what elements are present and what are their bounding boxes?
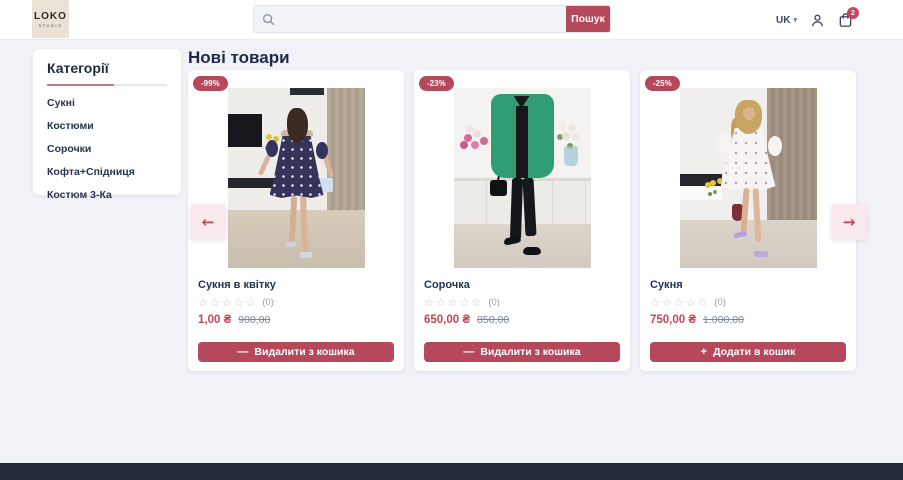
rating-count: (0) [488,297,500,308]
search-input[interactable] [281,6,566,32]
logo-subtext: STUDIO [38,22,63,28]
product-card: -25% Сукня ☆☆☆☆☆ (0) 750,00 ₴ 1.000,00 +… [640,70,856,371]
star-rating: ☆☆☆☆☆ [198,297,258,309]
decor-shape [269,136,324,198]
product-price: 750,00 ₴ [650,314,697,326]
decor-shape [265,140,278,157]
arrow-right-icon: → [842,213,856,231]
page-title: Нові товари [188,48,290,67]
price-row: 750,00 ₴ 1.000,00 [650,314,846,326]
decor-shape [679,220,817,268]
decor-shape [286,108,308,143]
product-carousel: -99% Сукня в квітку ☆☆☆☆☆ (0) 1,00 ₴ 900… [188,70,856,371]
rating-row: ☆☆☆☆☆ (0) [424,296,620,309]
cart-button[interactable]: 2 [838,7,859,28]
header-actions: UK ▾ 2 [776,0,859,40]
search-button[interactable]: Пошук [566,6,610,32]
logo-text: LOKO [34,10,67,22]
decor-shape [515,106,528,178]
product-price: 650,00 ₴ [424,314,471,326]
product-name[interactable]: Сорочка [424,279,620,291]
decor-shape [227,114,262,147]
decor-shape [563,146,578,166]
sidebar-item-kostium-3ka[interactable]: Костюм 3-Ка [47,189,167,201]
chevron-down-icon: ▾ [793,17,797,24]
product-old-price: 850,00 [477,314,510,326]
product-name[interactable]: Сукня [650,279,846,291]
decor-shape [299,252,312,258]
product-price: 1,00 ₴ [198,314,232,326]
logo[interactable]: LOKO STUDIO [32,0,69,38]
decor-shape [522,247,541,257]
decor-shape [753,251,768,257]
search-bar: Пошук [253,5,611,33]
search-icon [254,6,281,32]
arrow-left-icon: ← [201,213,215,231]
header: LOKO STUDIO Пошук UK ▾ 2 [0,0,903,40]
decor-shape [299,195,308,253]
product-old-price: 900,00 [238,314,271,326]
cart-count-badge: 2 [847,7,859,19]
decor-shape [557,122,566,130]
button-label: Видалити з кошика [480,346,581,358]
product-card: -23% Сорочка ☆☆☆☆☆ (0) 650,00 ₴ 850,00 —… [414,70,630,371]
remove-from-cart-button[interactable]: — Видалити з кошика [198,342,394,362]
rating-row: ☆☆☆☆☆ (0) [198,296,394,309]
categories-divider [47,84,167,86]
minus-icon: — [237,346,249,358]
decor-shape [489,180,507,196]
decor-shape [767,136,782,156]
button-label: Додати в кошик [713,346,796,358]
sidebar-item-sorochky[interactable]: Сорочки [47,143,167,155]
decor-shape [257,153,271,177]
decor-shape [463,134,472,142]
carousel-prev-button[interactable]: ← [190,204,226,240]
language-selector[interactable]: UK ▾ [776,15,797,26]
price-row: 1,00 ₴ 900,00 [198,314,394,326]
decor-shape [289,88,324,95]
add-to-cart-button[interactable]: + Додати в кошик [650,342,846,362]
product-old-price: 1.000,00 [703,314,744,326]
decor-shape [315,142,328,159]
account-button[interactable] [810,13,825,28]
decor-shape [742,107,755,120]
product-image[interactable] [679,88,817,268]
discount-badge: -25% [645,76,680,91]
decor-shape [709,180,716,186]
rating-row: ☆☆☆☆☆ (0) [650,296,846,309]
decor-shape [326,88,365,216]
decor-shape [679,186,722,200]
carousel-next-button[interactable]: → [831,204,867,240]
remove-from-cart-button[interactable]: — Видалити з кошика [424,342,620,362]
discount-badge: -23% [419,76,454,91]
product-name[interactable]: Сукня в квітку [198,279,394,291]
sidebar-item-kofta-spidnytsia[interactable]: Кофта+Спідниця [47,166,167,178]
star-rating: ☆☆☆☆☆ [650,297,710,309]
footer-bar [0,463,903,480]
user-icon [811,14,824,26]
rating-count: (0) [714,297,726,308]
language-label: UK [776,14,791,26]
star-rating: ☆☆☆☆☆ [424,297,484,309]
sidebar-item-kostiumy[interactable]: Костюми [47,120,167,132]
discount-badge: -99% [193,76,228,91]
product-image[interactable] [453,88,591,268]
categories-title: Категорії [47,60,109,76]
decor-shape [453,224,591,268]
plus-icon: + [700,346,708,358]
decor-shape [715,134,730,154]
categories-panel: Категорії Сукні Костюми Сорочки Кофта+Сп… [33,49,181,201]
product-image[interactable] [227,88,365,268]
decor-shape [521,177,537,237]
minus-icon: — [463,346,475,358]
decor-shape [509,177,523,241]
rating-count: (0) [262,297,274,308]
button-label: Видалити з кошика [254,346,355,358]
sidebar-item-sukni[interactable]: Сукні [47,97,167,109]
price-row: 650,00 ₴ 850,00 [424,314,620,326]
